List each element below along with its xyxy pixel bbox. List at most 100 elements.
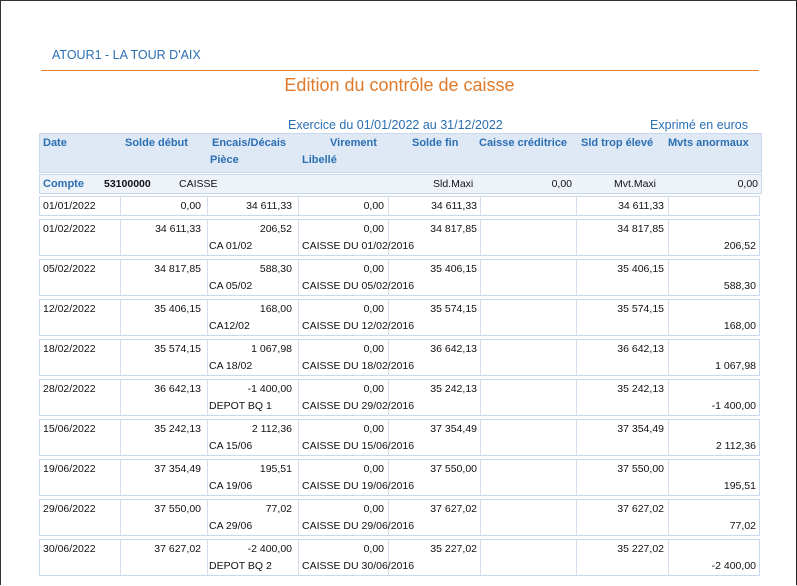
mvt-maxi-value: 0,00 (737, 178, 758, 190)
cell-date: 12/02/2022 (43, 303, 96, 315)
cell-sld-trop-eleve: 37 354,49 (617, 423, 664, 435)
column-divider (120, 540, 121, 575)
column-divider (668, 260, 669, 295)
column-divider (480, 500, 481, 535)
cell-libelle: CAISSE DU 05/02/2016 (302, 280, 415, 292)
column-divider (668, 380, 669, 415)
cell-date: 15/06/2022 (43, 423, 96, 435)
cell-libelle: CAISSE DU 12/02/2016 (302, 320, 415, 332)
col-mvts-anormaux: Mvts anormaux (668, 137, 749, 149)
cell-encais-decais: 77,02 (265, 503, 292, 515)
cell-solde-fin: 35 227,02 (430, 543, 477, 555)
cell-libelle: CAISSE DU 29/02/2016 (302, 400, 415, 412)
column-divider (298, 380, 299, 415)
cell-sld-trop-eleve: 34 611,33 (618, 200, 664, 212)
cell-solde-fin: 37 354,49 (430, 423, 477, 435)
column-divider (120, 340, 121, 375)
column-divider (480, 300, 481, 335)
cell-mvts-anormaux: 588,30 (723, 280, 756, 292)
table-row: 01/02/2022 34 611,33 206,52 0,00 34 817,85 34… (39, 219, 760, 256)
cell-virement: 0,00 (363, 543, 384, 555)
cell-sld-trop-eleve: 35 406,15 (617, 263, 664, 275)
cell-solde-fin: 36 642,13 (430, 343, 477, 355)
cell-libelle: CAISSE DU 15/06/2016 (302, 440, 415, 452)
col-solde-fin: Solde fin (412, 137, 459, 149)
cell-date: 01/01/2022 (43, 200, 96, 212)
cell-solde-fin: 35 574,15 (430, 303, 477, 315)
cell-piece: DEPOT BQ 1 (209, 400, 272, 412)
cell-virement: 0,00 (363, 343, 384, 355)
column-divider (480, 197, 481, 215)
account-row: Compte 53100000 CAISSE Sld.Maxi 0,00 Mvt… (39, 174, 762, 194)
cell-solde-fin: 37 550,00 (430, 463, 477, 475)
cell-encais-decais: -1 400,00 (247, 383, 292, 395)
column-divider (668, 220, 669, 255)
column-divider (120, 300, 121, 335)
column-divider (207, 260, 208, 295)
column-divider (120, 460, 121, 495)
cell-libelle: CAISSE DU 01/02/2016 (302, 240, 415, 252)
column-divider (207, 300, 208, 335)
cell-piece: CA 29/06 (209, 520, 253, 532)
column-divider (207, 500, 208, 535)
report-page: ATOUR1 - LA TOUR D'AIX Edition du contrô… (0, 0, 797, 585)
column-divider (298, 197, 299, 215)
column-divider (120, 420, 121, 455)
account-label: Compte (43, 178, 84, 190)
table-body: 01/01/2022 0,00 34 611,33 0,00 34 611,33 34 6… (39, 196, 760, 579)
table-row: 12/02/2022 35 406,15 168,00 0,00 35 574,15 35… (39, 299, 760, 336)
column-divider (576, 460, 577, 495)
cell-virement: 0,00 (363, 423, 384, 435)
col-caisse-creditrice: Caisse créditrice (479, 137, 568, 149)
cell-encais-decais: 168,00 (259, 303, 292, 315)
cell-date: 01/02/2022 (43, 223, 96, 235)
cell-mvts-anormaux: 1 067,98 (715, 360, 756, 372)
cell-solde-debut: 37 354,49 (154, 463, 201, 475)
cell-mvts-anormaux: 168,00 (723, 320, 756, 332)
cell-sld-trop-eleve: 37 627,02 (617, 503, 664, 515)
cell-solde-fin: 34 611,33 (431, 200, 477, 212)
col-virement: Virement (330, 137, 377, 149)
column-divider (298, 540, 299, 575)
cell-piece: DEPOT BQ 2 (209, 560, 272, 572)
column-divider (298, 340, 299, 375)
cell-piece: CA 05/02 (209, 280, 253, 292)
column-divider (207, 540, 208, 575)
cell-solde-debut: 37 627,02 (154, 543, 201, 555)
col-encais-decais: Encais/Décais (212, 137, 286, 149)
report-period: Exercice du 01/01/2022 au 31/12/2022 (288, 118, 503, 132)
column-divider (668, 540, 669, 575)
cell-solde-fin: 35 406,15 (430, 263, 477, 275)
cell-sld-trop-eleve: 37 550,00 (617, 463, 664, 475)
cell-sld-trop-eleve: 35 242,13 (617, 383, 664, 395)
sld-maxi-value: 0,00 (551, 178, 572, 190)
cell-virement: 0,00 (363, 223, 384, 235)
cell-solde-debut: 35 574,15 (154, 343, 201, 355)
cell-mvts-anormaux: 206,52 (723, 240, 756, 252)
column-divider (480, 220, 481, 255)
cell-solde-debut: 34 817,85 (154, 263, 201, 275)
column-divider (480, 420, 481, 455)
column-divider (298, 420, 299, 455)
column-divider (207, 197, 208, 215)
cell-libelle: CAISSE DU 30/06/2016 (302, 560, 415, 572)
column-divider (576, 540, 577, 575)
cell-sld-trop-eleve: 34 817,85 (617, 223, 664, 235)
report-title: Edition du contrôle de caisse (284, 75, 515, 95)
column-divider (576, 340, 577, 375)
header-rule (41, 70, 759, 71)
column-divider (668, 460, 669, 495)
column-divider (298, 460, 299, 495)
cell-virement: 0,00 (363, 263, 384, 275)
cell-mvts-anormaux: -2 400,00 (711, 560, 756, 572)
cell-mvts-anormaux: 2 112,36 (715, 440, 756, 452)
cell-piece: CA 15/06 (209, 440, 253, 452)
table-row: 15/06/2022 35 242,13 2 112,36 0,00 37 354,49… (39, 419, 760, 456)
cell-encais-decais: 34 611,33 (246, 200, 292, 212)
cell-encais-decais: -2 400,00 (247, 543, 292, 555)
column-divider (120, 260, 121, 295)
column-divider (576, 420, 577, 455)
cell-solde-debut: 36 642,13 (154, 383, 201, 395)
cell-encais-decais: 206,52 (259, 223, 292, 235)
cell-sld-trop-eleve: 35 227,02 (617, 543, 664, 555)
